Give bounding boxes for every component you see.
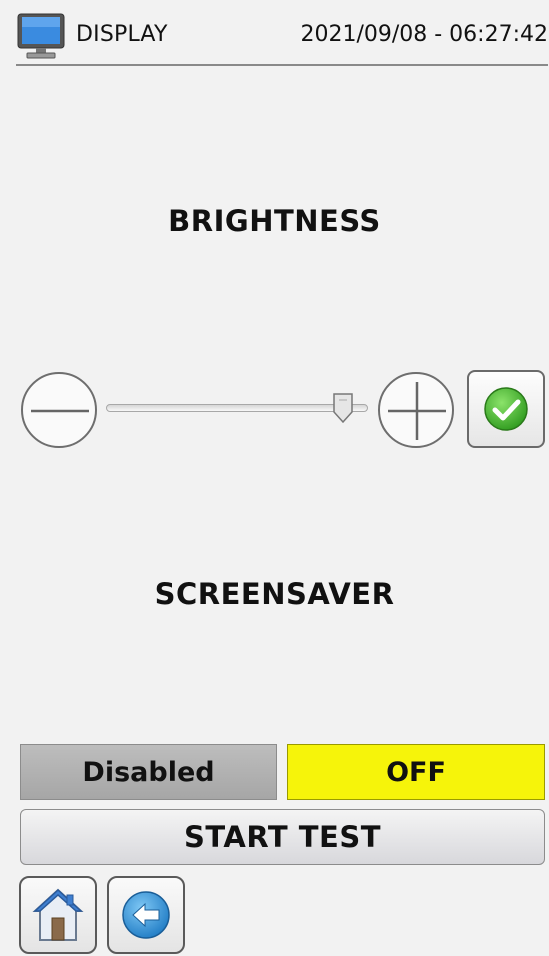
home-button[interactable] <box>19 876 97 954</box>
display-settings-screen: DISPLAY 2021/09/08 - 06:27:42 BRIGHTNESS <box>0 0 549 956</box>
start-test-button[interactable]: START TEST <box>20 809 545 865</box>
brightness-increase-button[interactable] <box>378 372 454 448</box>
brightness-title: BRIGHTNESS <box>168 204 381 238</box>
screensaver-state-button[interactable]: Disabled <box>20 744 277 800</box>
page-title: DISPLAY <box>76 22 168 47</box>
header-bar: DISPLAY 2021/09/08 - 06:27:42 <box>16 10 548 66</box>
minus-circle-icon <box>31 409 89 413</box>
datetime-display: 2021/09/08 - 06:27:42 <box>300 22 548 47</box>
brightness-slider-track[interactable] <box>106 404 368 412</box>
screensaver-title: SCREENSAVER <box>154 577 395 611</box>
back-arrow-icon <box>122 891 170 939</box>
brightness-decrease-button[interactable] <box>21 372 97 448</box>
brightness-confirm-button[interactable] <box>467 370 545 448</box>
plus-circle-icon <box>388 382 446 440</box>
home-icon <box>32 888 84 941</box>
screensaver-mode-button[interactable]: OFF <box>287 744 545 800</box>
monitor-icon <box>17 13 65 59</box>
brightness-slider-handle[interactable] <box>332 392 354 424</box>
check-circle-icon <box>484 387 528 431</box>
back-button[interactable] <box>107 876 185 954</box>
